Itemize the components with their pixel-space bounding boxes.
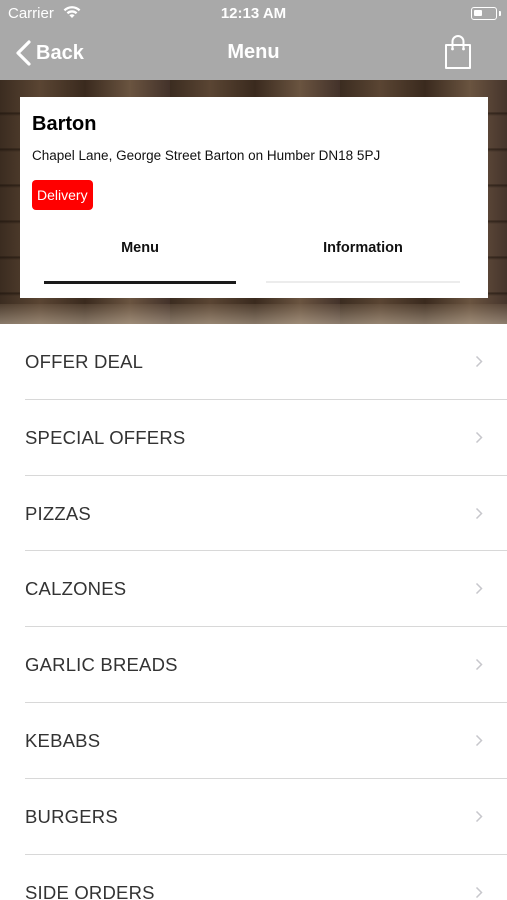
- tab-information-indicator: [266, 281, 460, 283]
- category-row-pizzas[interactable]: PIZZAS: [25, 476, 507, 552]
- category-label: OFFER DEAL: [25, 351, 144, 372]
- shopping-bag-icon[interactable]: [443, 34, 473, 70]
- restaurant-name: Barton: [32, 113, 97, 135]
- page-title: Menu: [227, 41, 280, 63]
- chevron-right-icon: [475, 810, 483, 822]
- category-row-kebabs[interactable]: KEBABS: [25, 703, 507, 779]
- category-row-burgers[interactable]: BURGERS: [25, 779, 507, 855]
- tab-menu[interactable]: Menu: [44, 232, 236, 288]
- restaurant-card: Barton Chapel Lane, George Street Barton…: [20, 97, 488, 298]
- tab-menu-label: Menu: [121, 240, 159, 256]
- category-label: PIZZAS: [25, 502, 91, 524]
- category-row-offer-deal[interactable]: OFFER DEAL: [25, 324, 507, 400]
- tab-information-label: Information: [323, 240, 403, 256]
- navigation-bar: Back Menu: [0, 30, 507, 76]
- battery-icon: [471, 7, 501, 20]
- category-list: OFFER DEAL SPECIAL OFFERS PIZZAS CALZONE…: [0, 324, 507, 900]
- category-label: CALZONES: [25, 578, 127, 600]
- category-label: SIDE ORDERS: [25, 881, 155, 900]
- category-row-garlic-breads[interactable]: GARLIC BREADS: [25, 627, 507, 703]
- tab-menu-indicator: [44, 281, 236, 284]
- chevron-right-icon: [475, 507, 483, 519]
- chevron-right-icon: [475, 355, 483, 368]
- chevron-right-icon: [475, 431, 483, 443]
- tab-information[interactable]: Information: [266, 232, 460, 288]
- chevron-right-icon: [475, 583, 483, 595]
- category-row-special-offers[interactable]: SPECIAL OFFERS: [25, 400, 507, 476]
- chevron-right-icon: [475, 659, 483, 671]
- category-label: KEBABS: [25, 729, 101, 751]
- category-label: BURGERS: [25, 805, 118, 827]
- chevron-right-icon: [475, 734, 483, 747]
- top-bar: Carrier 12:13 AM Back Menu: [0, 0, 507, 80]
- category-row-calzones[interactable]: CALZONES: [25, 551, 507, 628]
- category-row-side-orders[interactable]: SIDE ORDERS: [25, 855, 507, 900]
- delivery-badge: Delivery: [32, 180, 93, 210]
- clock: 12:13 AM: [220, 5, 287, 22]
- chevron-right-icon: [475, 886, 483, 898]
- category-label: GARLIC BREADS: [25, 654, 178, 676]
- restaurant-address: Chapel Lane, George Street Barton on Hum…: [32, 148, 381, 163]
- status-bar: Carrier 12:13 AM: [0, 0, 507, 28]
- category-label: SPECIAL OFFERS: [25, 426, 186, 448]
